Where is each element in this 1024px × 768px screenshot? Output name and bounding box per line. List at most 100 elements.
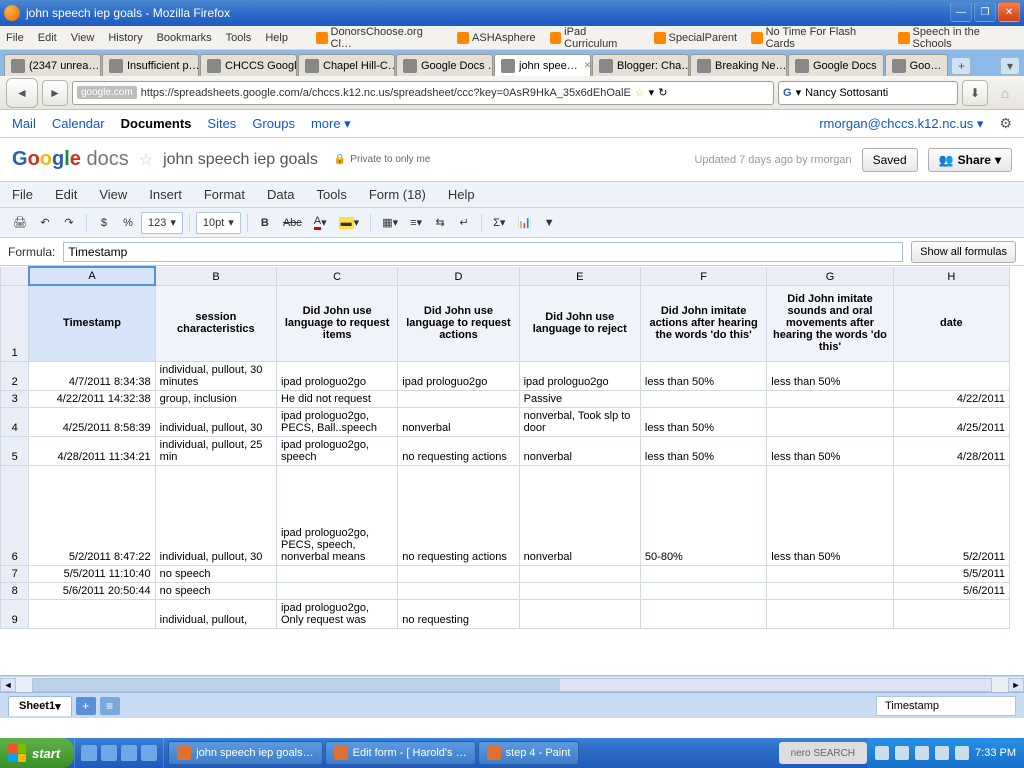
saved-button[interactable]: Saved	[862, 148, 918, 172]
cell[interactable]	[640, 390, 766, 407]
gbar-documents[interactable]: Documents	[121, 116, 192, 131]
sheet-list-button[interactable]: ≡	[100, 697, 120, 715]
cell[interactable]	[519, 582, 640, 599]
gbar-calendar[interactable]: Calendar	[52, 116, 105, 131]
show-all-formulas-button[interactable]: Show all formulas	[911, 241, 1016, 263]
cell[interactable]	[276, 582, 397, 599]
spreadsheet-grid[interactable]: ABCDEFGH1Timestampsession characteristic…	[0, 266, 1024, 676]
horizontal-scrollbar[interactable]: ◄ ►	[0, 676, 1024, 692]
share-button[interactable]: 👥Share▾	[928, 148, 1012, 172]
wrap-button[interactable]: ↵	[453, 212, 475, 234]
docmenu-tools[interactable]: Tools	[316, 187, 346, 202]
bookmark-item[interactable]: DonorsChoose.org Cl…	[316, 26, 443, 50]
cell[interactable]	[276, 565, 397, 582]
download-button[interactable]: ⬇	[962, 80, 988, 106]
maximize-button[interactable]: ❐	[974, 2, 996, 22]
browser-tab[interactable]: Insufficient p…	[102, 54, 199, 76]
borders-button[interactable]: ▦▾	[377, 212, 403, 234]
column-title[interactable]: Did John use language to request actions	[398, 285, 519, 361]
cell[interactable]: individual, pullout, 30	[155, 407, 276, 436]
cell[interactable]: nonverbal, Took slp to door	[519, 407, 640, 436]
col-header[interactable]: E	[519, 267, 640, 285]
cell[interactable]: less than 50%	[767, 361, 893, 390]
cell[interactable]	[767, 565, 893, 582]
docmenu-format[interactable]: Format	[204, 187, 245, 202]
close-tab-icon[interactable]: ✕	[584, 60, 591, 71]
cell[interactable]: ipad prologuo2go	[276, 361, 397, 390]
gbar-user[interactable]: rmorgan@chccs.k12.nc.us ▾	[819, 116, 983, 132]
row-header[interactable]: 1	[1, 285, 29, 361]
filter-button[interactable]: ▼	[538, 212, 560, 234]
cell[interactable]: 5/6/2011 20:50:44	[29, 582, 155, 599]
col-header[interactable]: G	[767, 267, 893, 285]
scroll-right-icon[interactable]: ►	[1008, 678, 1024, 692]
cell[interactable]: 4/25/2011	[893, 407, 1009, 436]
menu-tools[interactable]: Tools	[226, 32, 252, 44]
docmenu-file[interactable]: File	[12, 187, 33, 202]
star-icon[interactable]: ☆	[139, 150, 153, 170]
align-button[interactable]: ≡▾	[405, 212, 427, 234]
forward-button[interactable]: ►	[42, 80, 68, 106]
browser-tab[interactable]: Blogger: Cha…	[592, 54, 689, 76]
nero-search[interactable]: nero SEARCH	[779, 742, 867, 764]
cell[interactable]: 5/2/2011 8:47:22	[29, 465, 155, 565]
row-header[interactable]: 5	[1, 436, 29, 465]
cell[interactable]	[640, 599, 766, 628]
row-header[interactable]: 3	[1, 390, 29, 407]
row-header[interactable]: 9	[1, 599, 29, 628]
url-bar[interactable]: google.com https://spreadsheets.google.c…	[72, 81, 774, 105]
col-header[interactable]: A	[29, 267, 155, 285]
docmenu-form[interactable]: Form (18)	[369, 187, 426, 202]
cell[interactable]	[398, 390, 519, 407]
cell[interactable]: 5/2/2011	[893, 465, 1009, 565]
cell[interactable]	[29, 599, 155, 628]
cell[interactable]: less than 50%	[640, 436, 766, 465]
tray-icon[interactable]	[955, 746, 969, 760]
menu-history[interactable]: History	[108, 32, 142, 44]
redo-button[interactable]: ↷	[58, 212, 80, 234]
column-title[interactable]: Timestamp	[29, 285, 155, 361]
doc-name[interactable]: john speech iep goals	[163, 151, 318, 169]
cell[interactable]: no requesting actions	[398, 465, 519, 565]
cell[interactable]: less than 50%	[640, 361, 766, 390]
docmenu-insert[interactable]: Insert	[149, 187, 182, 202]
col-header[interactable]: H	[893, 267, 1009, 285]
gear-icon[interactable]: ⚙	[999, 115, 1012, 132]
menu-bookmarks[interactable]: Bookmarks	[157, 32, 212, 44]
cell[interactable]: no speech	[155, 565, 276, 582]
sheet-tab[interactable]: Sheet1 ▾	[8, 696, 72, 716]
cell[interactable]	[640, 582, 766, 599]
column-title[interactable]: Did John use language to reject	[519, 285, 640, 361]
cell[interactable]	[640, 565, 766, 582]
cell[interactable]: ipad prologuo2go, speech	[276, 436, 397, 465]
cell[interactable]	[767, 390, 893, 407]
cell[interactable]: He did not request	[276, 390, 397, 407]
browser-tab[interactable]: Google Docs	[788, 54, 884, 76]
cell[interactable]: Passive	[519, 390, 640, 407]
bookmark-item[interactable]: Speech in the Schools	[898, 26, 1018, 50]
cell[interactable]: no speech	[155, 582, 276, 599]
tray-icon[interactable]	[895, 746, 909, 760]
menu-file[interactable]: File	[6, 32, 24, 44]
docmenu-view[interactable]: View	[99, 187, 127, 202]
cell[interactable]: ipad prologuo2go	[519, 361, 640, 390]
row-header[interactable]: 6	[1, 465, 29, 565]
row-header[interactable]: 7	[1, 565, 29, 582]
home-button[interactable]: ⌂	[992, 80, 1018, 106]
number-format-select[interactable]: 123▾	[141, 212, 183, 234]
docmenu-edit[interactable]: Edit	[55, 187, 77, 202]
bookmark-item[interactable]: SpecialParent	[654, 32, 738, 44]
row-header[interactable]: 2	[1, 361, 29, 390]
text-color-button[interactable]: A▾	[309, 212, 332, 234]
tray-icon[interactable]	[915, 746, 929, 760]
cell[interactable]: 4/22/2011 14:32:38	[29, 390, 155, 407]
start-button[interactable]: start	[0, 738, 74, 768]
gbar-sites[interactable]: Sites	[207, 116, 236, 131]
dropdown-icon[interactable]: ▾	[649, 86, 655, 99]
row-header[interactable]: 4	[1, 407, 29, 436]
cell[interactable]: nonverbal	[398, 407, 519, 436]
cell[interactable]: ipad prologuo2go, Only request was	[276, 599, 397, 628]
fill-color-button[interactable]: ▬▾	[334, 212, 365, 234]
cell[interactable]: no requesting	[398, 599, 519, 628]
bookmark-star-icon[interactable]: ☆	[635, 86, 645, 99]
